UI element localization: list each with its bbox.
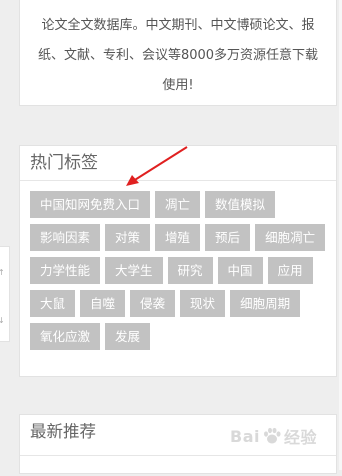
scroll-down-icon[interactable]: ↓	[0, 317, 5, 325]
tag-item[interactable]: 大鼠	[30, 290, 76, 317]
tag-item[interactable]: 细胞周期	[230, 290, 301, 317]
side-scroll-widget[interactable]: ↑ ↓	[0, 246, 10, 342]
tag-item[interactable]: 对策	[105, 224, 151, 251]
tag-item[interactable]: 中国	[217, 257, 263, 284]
tag-item[interactable]: 应用	[267, 257, 313, 284]
tag-item[interactable]: 凋亡	[155, 191, 201, 218]
tag-item[interactable]: 细胞凋亡	[255, 224, 326, 251]
tag-item[interactable]: 力学性能	[30, 257, 101, 284]
tag-item[interactable]: 自噬	[80, 290, 126, 317]
annotation-arrow-icon	[126, 146, 188, 186]
scroll-up-icon[interactable]: ↑	[0, 269, 5, 277]
tag-item[interactable]: 现状	[180, 290, 226, 317]
tag-item[interactable]: 氧化应激	[30, 323, 101, 350]
paw-logo-icon	[263, 427, 281, 444]
tag-item[interactable]: 中国知网免费入口	[30, 191, 151, 218]
tag-item[interactable]: 增殖	[155, 224, 201, 251]
intro-panel: 论文全文数据库。中文期刊、中文博硕论文、报 纸、文献、专利、会议等8000多万资…	[19, 0, 337, 106]
tag-item[interactable]: 侵袭	[130, 290, 176, 317]
tag-item[interactable]: 大学生	[105, 257, 163, 284]
tag-item[interactable]: 数值模拟	[205, 191, 276, 218]
watermark-text-2: 经验	[283, 428, 317, 447]
intro-line-3: 使用!	[162, 78, 194, 93]
baidu-watermark: Bai 经验	[230, 424, 317, 448]
tag-item[interactable]: 预后	[205, 224, 251, 251]
watermark-text: Bai	[230, 426, 260, 446]
intro-text: 论文全文数据库。中文期刊、中文博硕论文、报 纸、文献、专利、会议等8000多万资…	[20, 0, 336, 101]
intro-line-2: 纸、文献、专利、会议等8000多万资源任意下载	[37, 48, 319, 63]
tag-item[interactable]: 发展	[105, 323, 151, 350]
hot-tags-list: 中国知网免费入口 凋亡 数值模拟影响因素 对策 增殖 预后 细胞凋亡力学性能 大学生 研究 中国应…	[20, 181, 336, 350]
tag-item[interactable]: 研究	[167, 257, 213, 284]
intro-line-1: 论文全文数据库。中文期刊、中文博硕论文、报	[41, 18, 315, 33]
tag-item[interactable]: 影响因素	[30, 224, 101, 251]
latest-content	[20, 455, 336, 476]
